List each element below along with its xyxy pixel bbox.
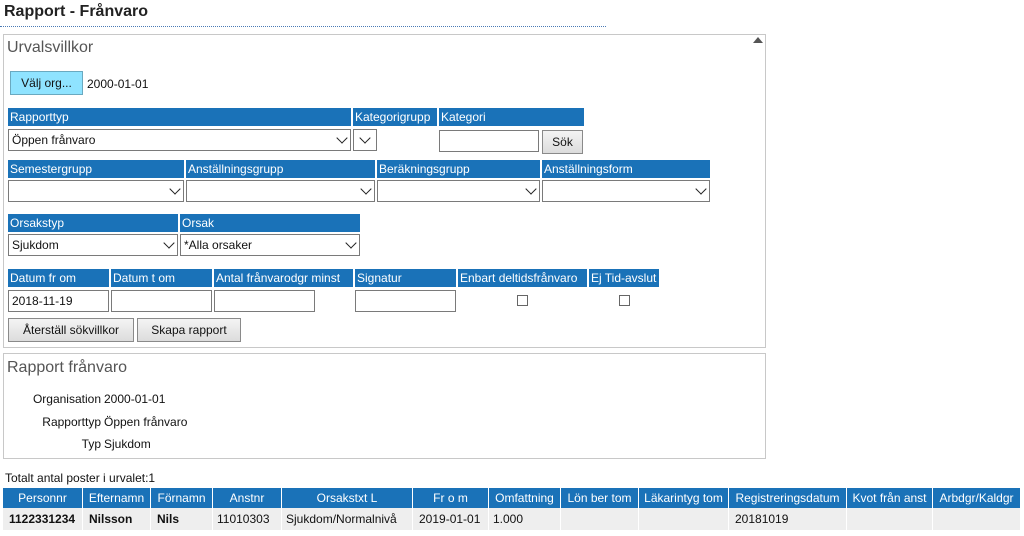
chevron-down-icon: [695, 183, 707, 195]
column-header[interactable]: Omfattning: [489, 488, 561, 508]
page-title: Rapport - Frånvaro: [4, 3, 149, 20]
cell-anstnr: 11010303: [213, 508, 282, 530]
cell-fornamn: Nils: [151, 508, 213, 530]
cell-omfattning: 1.000: [489, 508, 561, 530]
report-value-organisation: 2000-01-01: [104, 392, 166, 406]
column-header[interactable]: Orsakstxt L: [282, 488, 413, 508]
cell-orsakstxt: Sjukdom/Normalnivå: [282, 508, 413, 530]
kategori-input[interactable]: [439, 130, 539, 152]
column-header[interactable]: Kvot från anst: [847, 488, 933, 508]
berakningsgrupp-select[interactable]: [377, 180, 540, 202]
datum-from-label: Datum fr om: [8, 269, 109, 287]
orsak-select[interactable]: *Alla orsaker: [180, 234, 360, 256]
report-label-typ: Typ: [81, 437, 101, 451]
orsak-select-value: *Alla orsaker: [184, 238, 253, 252]
chevron-down-icon: [360, 183, 372, 195]
column-header[interactable]: Anstnr: [213, 488, 282, 508]
orsak-label: Orsak: [180, 214, 360, 232]
cell-lakarintyg-tom: [639, 508, 729, 530]
column-header[interactable]: Efternamn: [83, 488, 151, 508]
antal-label: Antal frånvarodgr minst: [214, 269, 353, 287]
cell-from: 2019-01-01: [413, 508, 489, 530]
column-header[interactable]: Förnamn: [151, 488, 213, 508]
table-row[interactable]: 1122331234 Nilsson Nils 11010303 Sjukdom…: [3, 508, 1021, 530]
kategorigrupp-select[interactable]: [353, 129, 377, 151]
cell-personnr: 1122331234: [3, 508, 83, 530]
signatur-input[interactable]: [355, 290, 456, 312]
column-header[interactable]: Personnr: [3, 488, 83, 508]
results-header: Personnr Efternamn Förnamn Anstnr Orsaks…: [3, 488, 1021, 508]
total-count: Totalt antal poster i urvalet:1: [5, 471, 156, 485]
deltid-checkbox[interactable]: [517, 295, 528, 306]
column-header[interactable]: Registreringsdatum: [729, 488, 847, 508]
datum-tom-label: Datum t om: [111, 269, 212, 287]
ejtid-checkbox[interactable]: [619, 295, 630, 306]
select-org-button[interactable]: Välj org...: [10, 71, 83, 95]
anstallningsgrupp-select[interactable]: [186, 180, 375, 202]
kategorigrupp-label: Kategorigrupp: [353, 108, 437, 126]
cell-kvot: [847, 508, 933, 530]
anstallningsform-select[interactable]: [542, 180, 710, 202]
rapporttyp-label: Rapporttyp: [8, 108, 351, 126]
cell-efternamn: Nilsson: [83, 508, 151, 530]
report-panel: Rapport frånvaro Organisation 2000-01-01…: [3, 353, 766, 459]
orsakstyp-select[interactable]: Sjukdom: [8, 234, 178, 256]
rapporttyp-select-value: Öppen frånvaro: [12, 133, 96, 147]
cell-arbdgr: [933, 508, 1021, 530]
report-value-rapporttyp: Öppen frånvaro: [104, 415, 188, 429]
berakningsgrupp-label: Beräkningsgrupp: [377, 160, 540, 178]
column-header[interactable]: Arbdgr/Kaldgr: [933, 488, 1021, 508]
anstallningsform-label: Anställningsform: [542, 160, 710, 178]
chevron-down-icon: [359, 132, 371, 144]
reset-criteria-button[interactable]: Återställ sökvillkor: [8, 318, 134, 342]
deltid-label: Enbart deltidsfrånvaro: [458, 269, 587, 287]
chevron-down-icon: [163, 237, 175, 249]
chevron-down-icon: [345, 237, 357, 249]
orsakstyp-label: Orsakstyp: [8, 214, 178, 232]
cell-registreringsdatum: 20181019: [729, 508, 847, 530]
collapse-icon[interactable]: [753, 37, 763, 43]
datum-tom-input[interactable]: [111, 290, 212, 312]
kategori-label: Kategori: [439, 108, 584, 126]
report-panel-title: Rapport frånvaro: [7, 359, 128, 376]
column-header[interactable]: Lön ber tom: [561, 488, 639, 508]
rapporttyp-select[interactable]: Öppen frånvaro: [8, 129, 351, 151]
report-label-rapporttyp: Rapporttyp: [42, 415, 101, 429]
datum-from-input[interactable]: 2018-11-19: [8, 290, 109, 312]
column-header[interactable]: Fr o m: [413, 488, 489, 508]
chevron-down-icon: [336, 132, 348, 144]
ejtid-label: Ej Tid-avslut: [589, 269, 659, 287]
anstallningsgrupp-label: Anställningsgrupp: [186, 160, 375, 178]
semestergrupp-label: Semestergrupp: [8, 160, 184, 178]
chevron-down-icon: [525, 183, 537, 195]
criteria-panel-title: Urvalsvillkor: [7, 39, 94, 56]
report-value-typ: Sjukdom: [104, 437, 151, 451]
signatur-label: Signatur: [355, 269, 456, 287]
criteria-panel: Urvalsvillkor Välj org... 2000-01-01 Rap…: [3, 34, 766, 348]
chevron-down-icon: [169, 183, 181, 195]
semestergrupp-select[interactable]: [8, 180, 184, 202]
orsakstyp-select-value: Sjukdom: [12, 238, 59, 252]
title-divider: [0, 26, 606, 27]
search-button[interactable]: Sök: [542, 130, 583, 154]
create-report-button[interactable]: Skapa rapport: [137, 318, 241, 342]
org-value: 2000-01-01: [87, 77, 149, 91]
column-header[interactable]: Läkarintyg tom: [639, 488, 729, 508]
report-label-organisation: Organisation: [32, 392, 101, 406]
cell-lon-ber-tom: [561, 508, 639, 530]
antal-input[interactable]: [214, 290, 315, 312]
